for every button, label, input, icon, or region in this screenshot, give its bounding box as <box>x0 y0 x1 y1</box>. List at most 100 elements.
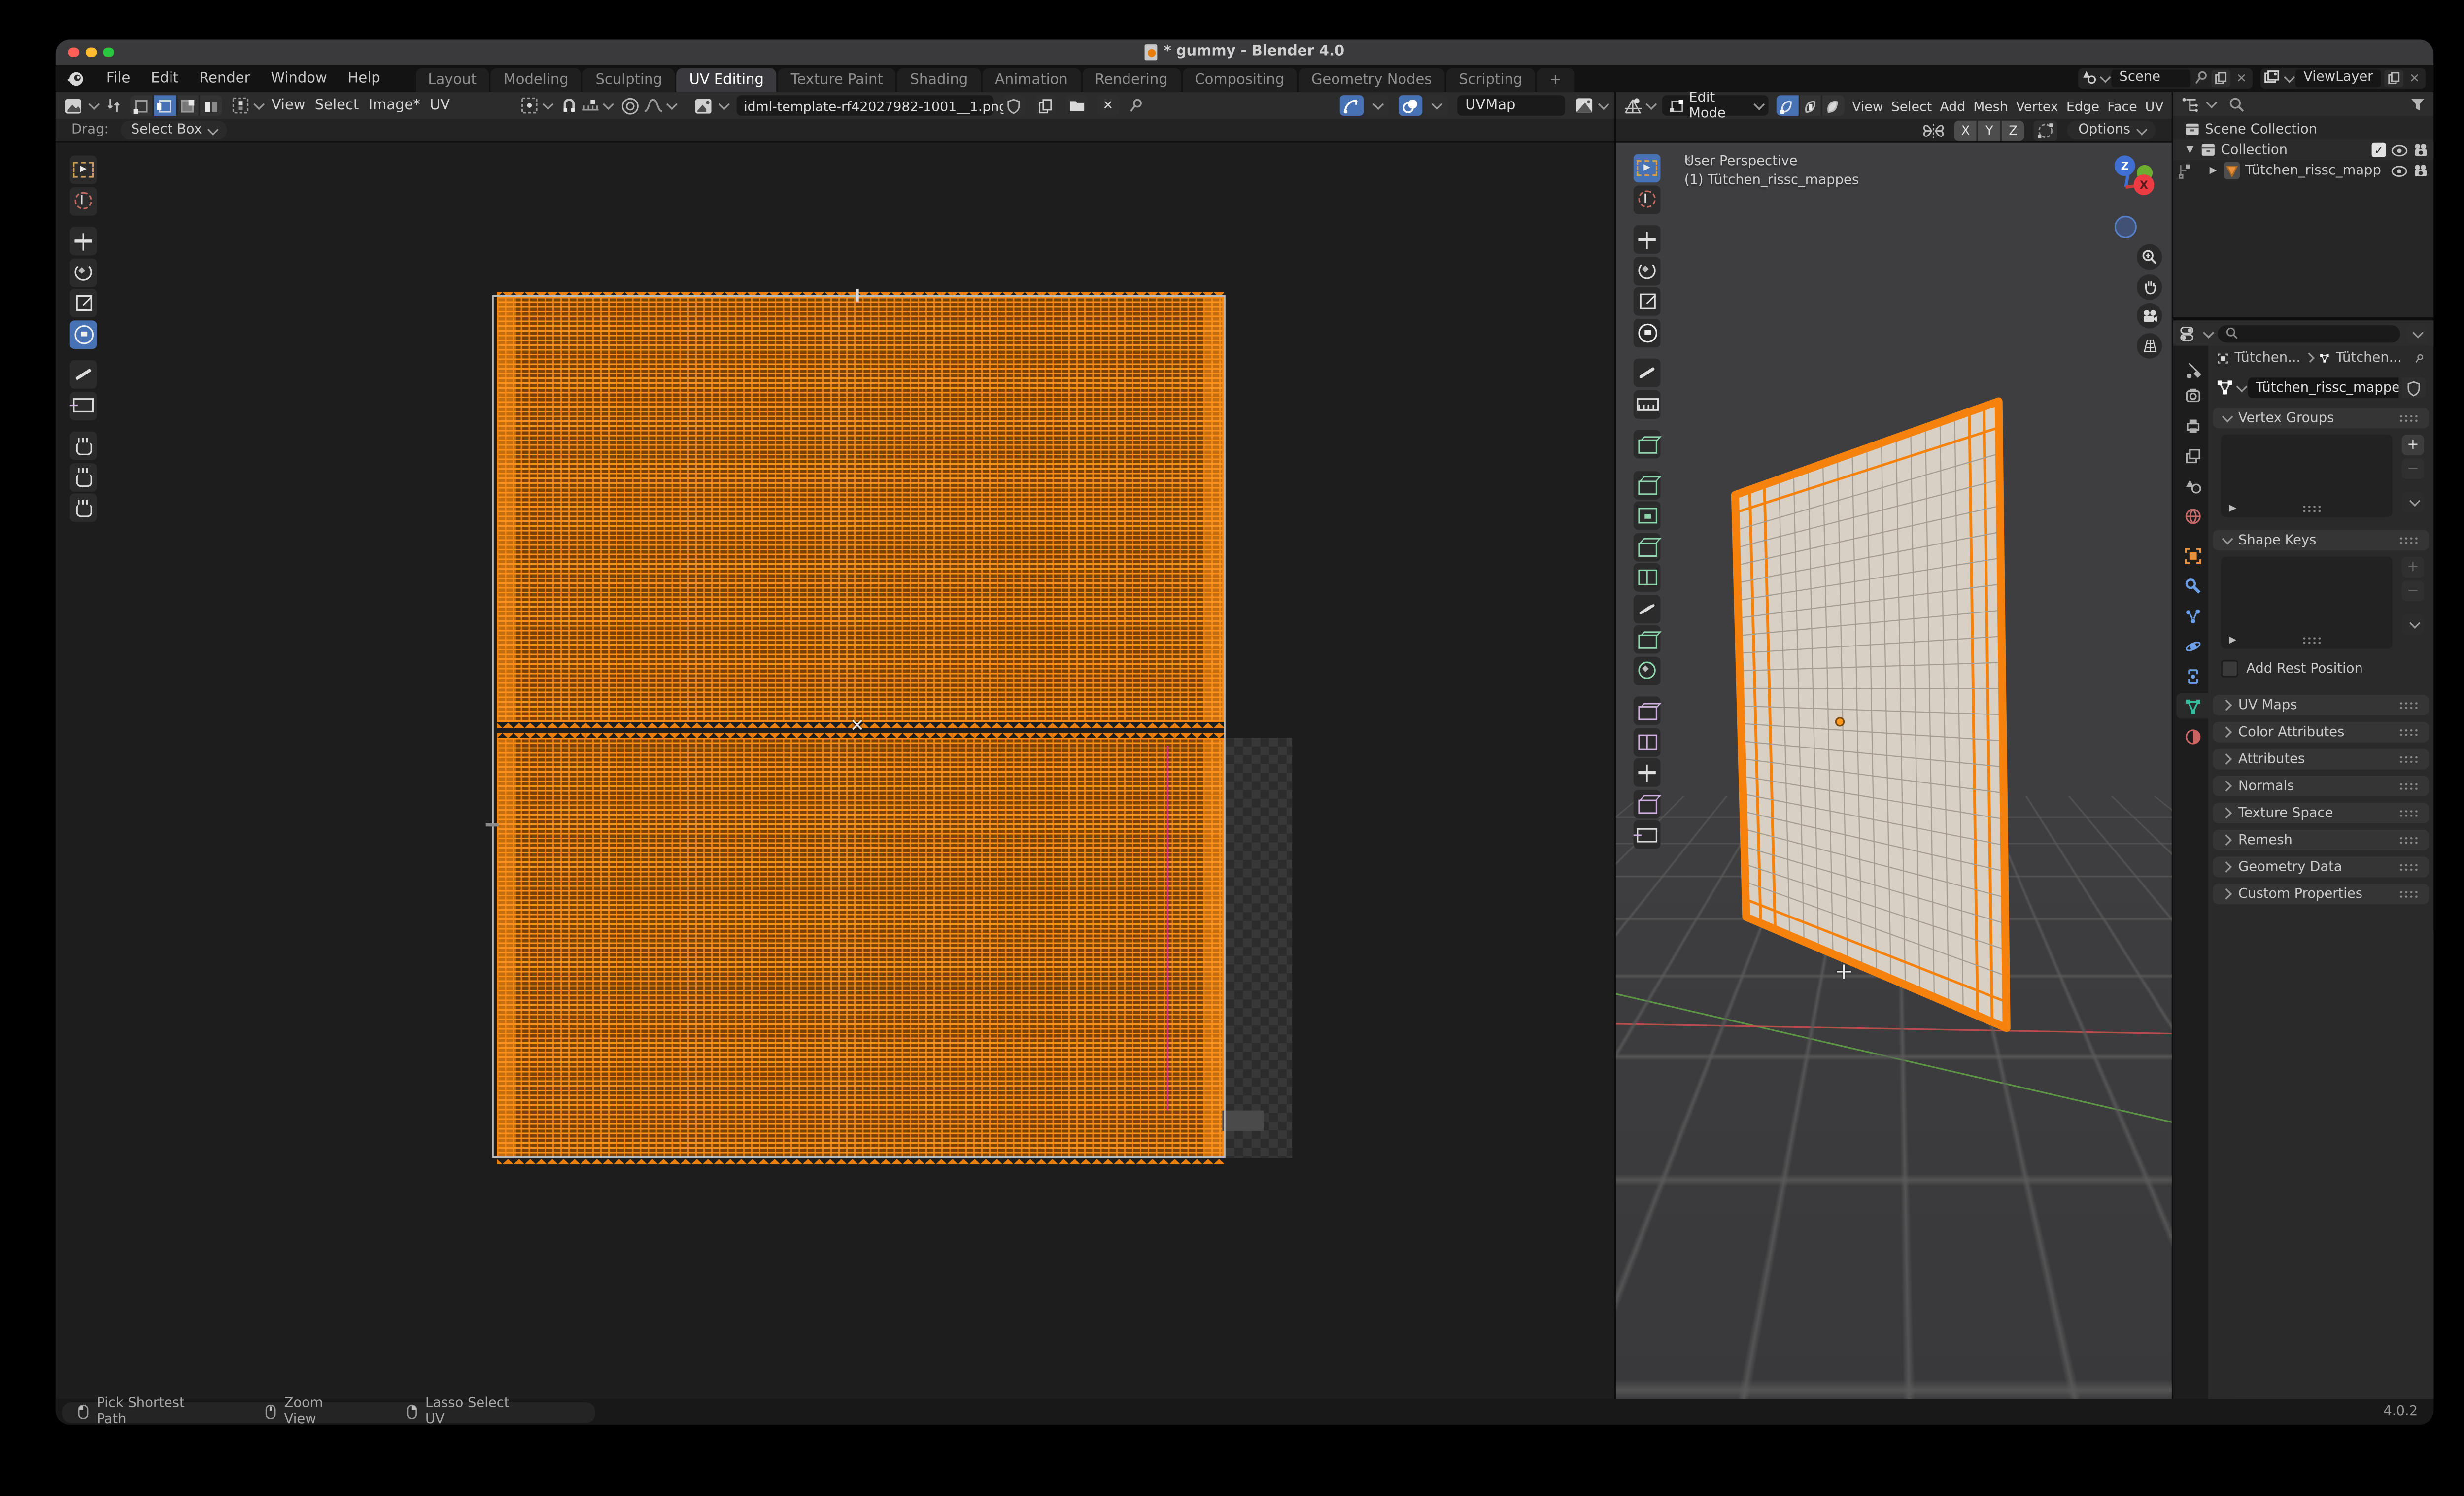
overlays-icon-button[interactable] <box>1399 95 1422 116</box>
panel-grip-icon[interactable] <box>2398 836 2419 844</box>
uv-menu-view[interactable]: View <box>272 98 306 113</box>
properties-tab-output[interactable] <box>2176 412 2208 438</box>
tool-tweak-button[interactable]: ▶ <box>1634 154 1661 182</box>
uv-editor-type-selector[interactable] <box>64 96 97 115</box>
image-name-field[interactable]: idml-template-rf42027982-1001__1.png <box>736 95 993 116</box>
uv-proportional-edit-selector[interactable] <box>620 96 674 115</box>
tool-move-button[interactable] <box>1634 225 1661 254</box>
properties-tab-object[interactable] <box>2176 543 2208 568</box>
zoom-view-button[interactable] <box>2137 244 2162 270</box>
panel-grip-icon[interactable] <box>2398 536 2419 544</box>
mesh-name-field[interactable]: Tütchen_rissc_mappes <box>2248 377 2398 398</box>
properties-search-input[interactable] <box>2218 324 2400 341</box>
shape-keys-panel-header[interactable]: Shape Keys <box>2213 530 2429 550</box>
vp-menu-face[interactable]: Face <box>2107 98 2137 113</box>
gizmo-z-axis-ball[interactable]: Z <box>2115 156 2135 176</box>
properties-tab-physics[interactable] <box>2176 633 2208 659</box>
outliner-filter-icon[interactable] <box>2410 96 2426 112</box>
tool-annotate-button[interactable] <box>1634 359 1661 387</box>
tool-measure-button[interactable] <box>1634 389 1661 418</box>
tool-rotate-button[interactable] <box>1634 256 1661 285</box>
gizmos-icon-button[interactable] <box>1340 95 1364 116</box>
vertex-group-add-button[interactable]: + <box>2402 435 2424 455</box>
tab-texture-paint[interactable]: Texture Paint <box>778 68 896 92</box>
tool-rip-region-button[interactable] <box>70 391 97 420</box>
properties-editor-icon[interactable] <box>2180 324 2197 341</box>
navigation-gizmo[interactable]: Z X <box>2092 149 2172 387</box>
uv-island-top[interactable] <box>497 297 1224 722</box>
section-color-attributes[interactable]: Color Attributes <box>2213 722 2429 743</box>
shape-keys-list[interactable]: ▶ <box>2221 557 2393 649</box>
tool-grab-button[interactable] <box>70 432 97 460</box>
gizmos-chevron-button[interactable] <box>1365 95 1389 116</box>
tool-smooth-button[interactable] <box>1634 696 1661 725</box>
menu-help[interactable]: Help <box>348 70 380 86</box>
vp-menu-mesh[interactable]: Mesh <box>1973 98 2008 113</box>
outliner-search-icon[interactable] <box>2229 96 2245 112</box>
section-remesh[interactable]: Remesh <box>2213 830 2429 850</box>
panel-grip-icon[interactable] <box>2398 414 2419 422</box>
viewlayer-icon[interactable] <box>2264 70 2281 86</box>
mirror-z-button[interactable]: Z <box>2002 120 2024 140</box>
vp-menu-add[interactable]: Add <box>1940 98 1965 113</box>
uv-overlays-toggle[interactable] <box>1399 95 1448 116</box>
viewport-canvas[interactable]: User Perspective (1) Tütchen_rissc_mappe… <box>1616 143 2171 1399</box>
outliner-row-scene-collection[interactable]: Scene Collection <box>2173 119 2433 139</box>
image-browse-selector[interactable] <box>693 96 726 115</box>
mirror-butterfly-icon[interactable] <box>1923 121 1945 138</box>
image-new-button[interactable] <box>1034 95 1056 116</box>
tool-scale-button[interactable] <box>70 289 97 317</box>
snap-elements-button[interactable] <box>2034 120 2057 140</box>
outliner-editor-icon[interactable] <box>2181 96 2198 112</box>
image-open-button[interactable] <box>1065 95 1087 116</box>
scene-browse-chevron-icon[interactable] <box>2100 71 2111 82</box>
gizmo-minus-y-ball[interactable] <box>2115 216 2137 238</box>
tool-edge-slide-button[interactable] <box>1634 727 1661 756</box>
image-unlink-button[interactable]: ✕ <box>1097 95 1119 116</box>
vp-menu-select[interactable]: Select <box>1891 98 1932 113</box>
tool-tweak-button[interactable]: ▶ <box>70 156 97 184</box>
uv-select-edge-button[interactable] <box>154 95 175 116</box>
vertex-group-specials-button[interactable] <box>2402 492 2424 512</box>
disable-render-camera-icon[interactable] <box>2413 164 2429 178</box>
viewlayer-name-field[interactable]: ViewLayer <box>2295 69 2381 86</box>
list-resize-grip-icon[interactable] <box>2302 636 2323 644</box>
section-geometry-data[interactable]: Geometry Data <box>2213 857 2429 878</box>
menu-window[interactable]: Window <box>271 70 327 86</box>
mesh-data-id-icon[interactable] <box>2216 379 2233 396</box>
section-custom-properties[interactable]: Custom Properties <box>2213 884 2429 904</box>
vp-menu-vertex[interactable]: Vertex <box>2016 98 2058 113</box>
properties-pin-icon[interactable] <box>2415 350 2424 366</box>
outliner-row-collection[interactable]: ▼ Collection ✓ <box>2173 139 2433 160</box>
uv-snapping-selector[interactable] <box>560 97 611 114</box>
tool-move-button[interactable] <box>70 227 97 255</box>
uv-select-face-button[interactable] <box>177 95 199 116</box>
vertex-groups-panel-header[interactable]: Vertex Groups <box>2213 408 2429 428</box>
tool-shear-button[interactable] <box>1634 789 1661 818</box>
pan-view-button[interactable] <box>2137 274 2162 300</box>
tab-shading[interactable]: Shading <box>897 68 981 92</box>
panel-grip-icon[interactable] <box>2398 863 2419 871</box>
properties-tab-object-data[interactable] <box>2176 693 2208 719</box>
uv-sticky-select-selector[interactable] <box>232 97 262 114</box>
outliner-editor-chevron-icon[interactable] <box>2206 97 2218 108</box>
tab-layout[interactable]: Layout <box>415 68 489 92</box>
hide-eye-icon[interactable] <box>2391 143 2408 156</box>
add-rest-position-checkbox[interactable] <box>2221 660 2238 677</box>
image-pin-icon[interactable] <box>1129 97 1143 114</box>
tool-transform-button[interactable] <box>70 320 97 348</box>
vp-menu-view[interactable]: View <box>1852 98 1883 113</box>
scene-new-button[interactable] <box>2211 69 2230 86</box>
properties-tab-material[interactable] <box>2176 723 2208 749</box>
tab-sculpting[interactable]: Sculpting <box>583 68 675 92</box>
tab-modeling[interactable]: Modeling <box>491 68 581 92</box>
properties-tab-render[interactable] <box>2176 382 2208 408</box>
scene-name-field[interactable]: Scene <box>2111 69 2190 86</box>
list-resize-grip-icon[interactable] <box>2302 505 2323 512</box>
properties-tab-constraints[interactable] <box>2176 663 2208 689</box>
tool-annotate-button[interactable] <box>70 360 97 389</box>
tool-cursor-button[interactable] <box>1634 185 1661 213</box>
vertex-groups-list[interactable]: ▶ <box>2221 435 2393 517</box>
pin-icon[interactable] <box>2194 70 2208 86</box>
tab-geometry-nodes[interactable]: Geometry Nodes <box>1299 68 1444 92</box>
